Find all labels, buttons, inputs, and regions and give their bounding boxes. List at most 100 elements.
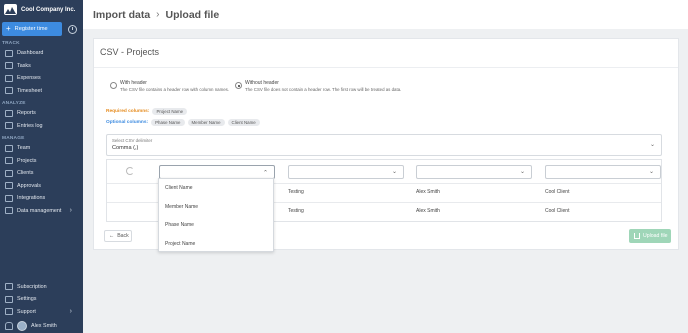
column-map-select-2[interactable]: ⌄ (288, 165, 404, 179)
without-header-radio[interactable] (235, 82, 242, 89)
expenses-icon (5, 74, 13, 82)
option-description: The CSV file does not contain a header r… (245, 87, 402, 92)
sidebar-item-tasks[interactable]: Tasks (0, 60, 83, 73)
sidebar: Cool Company Inc. + Register time TRACK … (0, 0, 83, 333)
optional-chip: Member Name (187, 119, 225, 126)
chevron-down-icon: ⌄ (519, 169, 525, 175)
section-analyze: ANALYZE (2, 101, 26, 106)
company-brand[interactable]: Cool Company Inc. (0, 0, 83, 19)
sidebar-item-label: Team (17, 145, 31, 152)
sidebar-item-support[interactable]: Support › (0, 306, 83, 319)
upload-file-button[interactable]: Upload file (629, 229, 671, 243)
chevron-right-icon: › (156, 9, 160, 20)
dropdown-option-member-name[interactable]: Member Name (159, 198, 273, 217)
back-button[interactable]: ← Back (104, 230, 132, 242)
sidebar-item-subscription[interactable]: Subscription (0, 281, 83, 294)
reports-icon (5, 109, 13, 117)
breadcrumb-upload-file: Upload file (165, 8, 220, 21)
divider (94, 67, 678, 68)
upload-icon (634, 233, 640, 239)
delimiter-value: Comma (,) (112, 145, 139, 151)
notification-bell-icon[interactable] (5, 321, 13, 330)
plus-icon: + (6, 24, 11, 33)
chevron-down-icon: ⌄ (648, 169, 654, 175)
sidebar-item-settings[interactable]: Settings (0, 293, 83, 306)
clients-icon (5, 169, 13, 177)
chevron-right-icon: › (69, 308, 72, 316)
required-columns: Required columns: Project Name (106, 108, 188, 115)
breadcrumb-import-data[interactable]: Import data (93, 9, 150, 21)
approvals-icon (5, 182, 13, 190)
tasks-icon (5, 62, 13, 70)
user-menu[interactable]: Alex Smith (0, 318, 83, 333)
sidebar-item-entries-log[interactable]: Entries log (0, 120, 83, 133)
sidebar-item-label: Tasks (17, 62, 31, 69)
team-icon (5, 144, 13, 152)
company-logo-icon (4, 4, 17, 15)
sidebar-item-integrations[interactable]: Integrations (0, 192, 83, 205)
option-title: With header (120, 80, 147, 86)
upload-label: Upload file (643, 233, 668, 239)
sidebar-item-label: Support (17, 308, 36, 315)
page-title: CSV - Projects (100, 47, 160, 57)
column-map-select-4[interactable]: ⌄ (545, 165, 661, 179)
sidebar-item-label: Data management (17, 207, 62, 214)
required-columns-label: Required columns: (106, 109, 150, 114)
company-name: Cool Company Inc. (21, 6, 76, 13)
optional-chip: Phase Name (151, 119, 185, 126)
sidebar-item-label: Dashboard (17, 50, 44, 57)
sidebar-item-team[interactable]: Team (0, 142, 83, 155)
dropdown-option-project-name[interactable]: Project Name (159, 235, 273, 254)
column-map-select-1[interactable]: ⌄ (159, 165, 275, 179)
loading-spinner-icon (126, 167, 134, 175)
option-with-header[interactable]: With header The CSV file contains a head… (110, 80, 229, 92)
with-header-radio[interactable] (110, 82, 117, 89)
column-map-select-3[interactable]: ⌄ (416, 165, 532, 179)
page-header: Import data › Upload file (83, 0, 688, 29)
timesheet-icon (5, 87, 13, 95)
optional-columns-label: Optional columns: (106, 120, 149, 125)
user-name: Alex Smith (31, 322, 57, 329)
sidebar-item-label: Subscription (17, 283, 47, 290)
avatar (17, 320, 27, 331)
sidebar-item-projects[interactable]: Projects (0, 155, 83, 168)
data-management-icon (5, 207, 13, 215)
option-description: The CSV file contains a header row with … (120, 87, 230, 92)
back-label: Back (117, 233, 129, 239)
section-manage: MANAGE (2, 136, 25, 141)
sidebar-item-label: Entries log (17, 122, 43, 129)
table-cell: Alex Smith (416, 208, 440, 214)
chevron-down-icon: ⌄ (391, 169, 397, 175)
dropdown-option-phase-name[interactable]: Phase Name (159, 216, 273, 235)
option-without-header[interactable]: Without header The CSV file does not con… (235, 80, 401, 92)
subscription-icon (5, 283, 13, 291)
projects-icon (5, 157, 13, 165)
delimiter-label: Select CSV delimiter (112, 138, 153, 143)
sidebar-item-expenses[interactable]: Expenses (0, 72, 83, 85)
column-map-dropdown: Client Name Member Name Phase Name Proje… (158, 178, 274, 252)
settings-icon (5, 295, 13, 303)
sidebar-item-data-management[interactable]: Data management › (0, 205, 83, 218)
optional-columns: Optional columns: Phase Name Member Name… (106, 119, 260, 126)
sidebar-item-approvals[interactable]: Approvals (0, 180, 83, 193)
table-cell: Testing (288, 189, 304, 195)
sidebar-item-dashboard[interactable]: Dashboard (0, 47, 83, 60)
section-track: TRACK (2, 41, 20, 46)
sidebar-item-timesheet[interactable]: Timesheet (0, 85, 83, 98)
table-cell: Alex Smith (416, 189, 440, 195)
chevron-down-icon: ⌄ (649, 142, 655, 148)
dropdown-option-client-name[interactable]: Client Name (159, 179, 273, 198)
sidebar-item-label: Timesheet (17, 87, 42, 94)
support-icon (5, 308, 13, 316)
integrations-icon (5, 194, 13, 202)
register-time-button[interactable]: + Register time (2, 22, 62, 36)
sidebar-item-clients[interactable]: Clients (0, 167, 83, 180)
sidebar-item-reports[interactable]: Reports (0, 107, 83, 120)
optional-chip: Client Name (227, 119, 260, 126)
table-cell: Testing (288, 208, 304, 214)
timer-clock-icon[interactable] (68, 24, 77, 34)
sidebar-item-label: Clients (17, 170, 34, 177)
entries-log-icon (5, 122, 13, 130)
csv-delimiter-select[interactable]: Select CSV delimiter Comma (,) ⌄ (106, 134, 662, 156)
sidebar-item-label: Expenses (17, 75, 41, 82)
